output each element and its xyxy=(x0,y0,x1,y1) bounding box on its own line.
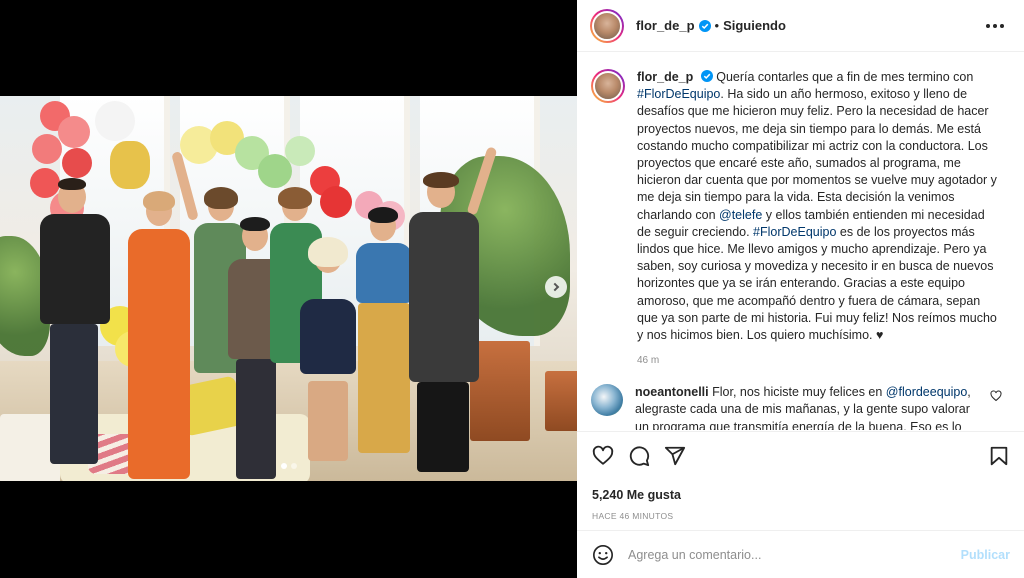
separator-bullet: • xyxy=(714,18,720,33)
caption-timestamp: 46 m xyxy=(637,355,660,367)
commenter-username[interactable]: noeantonelli xyxy=(635,385,709,399)
verified-icon xyxy=(700,70,713,82)
balloon xyxy=(285,136,315,166)
carousel-dot-active xyxy=(280,463,287,469)
commenter-avatar[interactable] xyxy=(591,384,623,417)
post-actions: 5,240 Me gusta HACE 46 MINUTOS xyxy=(577,431,1024,521)
likes-count[interactable]: 5,240 Me gusta xyxy=(592,488,1010,502)
verified-icon xyxy=(698,19,711,32)
caption-text-segment: . Ha sido un año hermoso, exitoso y llen… xyxy=(637,87,997,222)
publish-button[interactable]: Publicar xyxy=(961,548,1010,562)
post-photo[interactable] xyxy=(0,96,577,481)
caption-author[interactable]: flor_de_p xyxy=(637,70,693,84)
comment-input[interactable] xyxy=(628,547,961,562)
comment-item: noeantonelli Flor, nos hiciste muy felic… xyxy=(591,384,1008,430)
caption-tag-link[interactable]: @telefe xyxy=(719,208,762,222)
caption-tag-link[interactable]: #FlorDeEquipo xyxy=(637,87,720,101)
comment-icon[interactable] xyxy=(628,445,650,467)
share-icon[interactable] xyxy=(664,445,686,467)
caption-text-segment: Quería contarles que a fin de mes termin… xyxy=(716,70,974,84)
comment-tag-link[interactable]: @flordeequipo xyxy=(886,385,968,399)
bookmark-icon[interactable] xyxy=(988,445,1010,467)
carousel-next-icon xyxy=(550,282,560,292)
balloon xyxy=(95,101,135,141)
following-button[interactable]: Siguiendo xyxy=(723,18,786,33)
caption-tag-link[interactable]: #FlorDeEquipo xyxy=(753,225,836,239)
author-username[interactable]: flor_de_p xyxy=(636,18,695,33)
person xyxy=(405,146,498,476)
post-side-panel: flor_de_p • Siguiendo flor_de_p Quería c… xyxy=(577,0,1024,578)
comment-text: noeantonelli Flor, nos hiciste muy felic… xyxy=(635,384,987,430)
post-header: flor_de_p • Siguiendo xyxy=(577,0,1024,52)
person xyxy=(18,176,118,476)
more-options-button[interactable] xyxy=(980,18,1010,34)
caption-body: Quería contarles que a fin de mes termin… xyxy=(637,70,997,342)
plant-pot xyxy=(545,371,577,431)
carousel-next-button[interactable] xyxy=(545,276,567,298)
post-timestamp[interactable]: HACE 46 MINUTOS xyxy=(592,511,1010,521)
emoji-icon[interactable] xyxy=(592,544,614,566)
add-comment-bar: Publicar xyxy=(577,530,1024,578)
action-icons xyxy=(592,444,1010,468)
comments-list[interactable]: flor_de_p Quería contarles que a fin de … xyxy=(577,53,1024,430)
author-avatar[interactable] xyxy=(590,8,624,43)
caption-author-avatar[interactable] xyxy=(591,69,625,103)
like-comment-icon[interactable] xyxy=(990,390,1002,402)
balloon xyxy=(58,116,90,148)
more-options-icon xyxy=(986,23,990,28)
comment-text-segment: Flor, nos hiciste muy felices en xyxy=(712,385,886,400)
caption-text-segment: es de los proyectos más lindos que hice.… xyxy=(637,224,997,343)
caption: flor_de_p Quería contarles que a fin de … xyxy=(591,69,1008,344)
media-viewer xyxy=(0,0,577,578)
carousel-indicator xyxy=(280,463,297,469)
balloon xyxy=(62,148,92,178)
heart-icon[interactable] xyxy=(592,445,614,467)
caption-text: flor_de_p Quería contarles que a fin de … xyxy=(637,69,997,344)
balloon xyxy=(32,134,62,164)
carousel-dot xyxy=(290,463,297,469)
